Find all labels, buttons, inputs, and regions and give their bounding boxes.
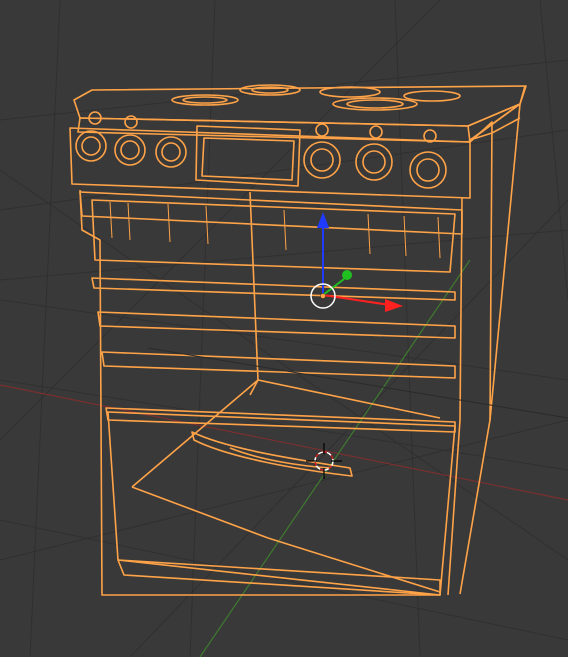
door-band-3 (101, 351, 456, 379)
burner-3 (319, 86, 381, 98)
x-axis-line (0, 384, 568, 501)
knob-3 (155, 136, 187, 168)
3d-viewport[interactable] (0, 0, 568, 657)
gizmo-x-arrow[interactable] (385, 299, 403, 312)
knob-1 (75, 130, 107, 162)
knob-4 (303, 141, 341, 179)
interior-post-left-2 (249, 379, 259, 396)
body-front-right (447, 197, 463, 596)
overlay-lines (147, 347, 568, 419)
knob-3-inner (161, 142, 181, 162)
interior-post-left (249, 191, 259, 381)
drawer-front (107, 411, 456, 596)
door-band-2 (97, 311, 456, 339)
display-screen-inner (201, 137, 295, 181)
knob-ring-4 (315, 123, 329, 137)
scene[interactable] (0, 0, 568, 657)
y-axis-line (199, 259, 471, 657)
control-panel (69, 127, 471, 199)
knob-ring-5 (369, 125, 383, 139)
knob-ring-2 (124, 115, 138, 129)
gizmo-z-arrow[interactable] (317, 212, 329, 228)
knob-2-inner (120, 140, 140, 160)
stove-wireframe[interactable] (69, 84, 527, 596)
burner-4-inner (346, 99, 404, 109)
interior-front-base (131, 486, 269, 539)
knob-1-inner (81, 136, 101, 156)
knob-4-inner (310, 148, 334, 172)
gizmo-y-tip[interactable] (342, 270, 352, 280)
knob-5 (355, 143, 393, 181)
interior-floor (131, 379, 441, 488)
door-band-1 (91, 277, 456, 301)
knob-6 (409, 151, 447, 189)
origin-icon (320, 293, 326, 299)
drawer-top (105, 407, 456, 433)
interior-back-base (267, 537, 441, 593)
knob-6-inner (416, 158, 440, 182)
burner-5 (403, 90, 461, 102)
knob-2 (114, 134, 146, 166)
grid (0, 0, 568, 657)
oven-window (91, 199, 456, 273)
knob-5-inner (362, 150, 386, 174)
body-right-side (459, 121, 493, 595)
